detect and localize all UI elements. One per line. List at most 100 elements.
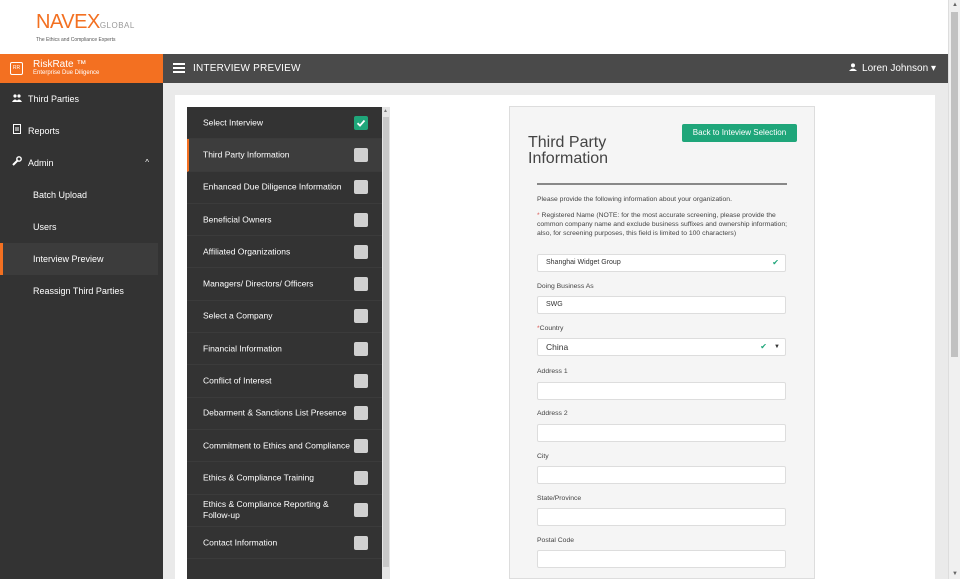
step-label: Conflict of Interest (203, 375, 272, 386)
registered-name-value: Shanghai Widget Group (546, 259, 621, 266)
check-icon: ✔ (772, 258, 779, 267)
step-checkbox[interactable] (354, 309, 368, 324)
interview-steps: Select Interview Third Party Information E… (187, 107, 382, 579)
interview-step[interactable]: Debarment & Sanctions List Presence (187, 398, 382, 430)
sidebar-item-label: Reports (28, 126, 60, 136)
step-label: Debarment & Sanctions List Presence (203, 407, 347, 418)
interview-step[interactable]: Financial Information (187, 333, 382, 366)
sidebar-item-reassign-third-parties[interactable]: Reassign Third Parties (0, 275, 163, 307)
address1-label: Address 1 (537, 368, 568, 375)
interview-step[interactable]: Select Interview (187, 107, 382, 140)
step-label: Affiliated Organizations (203, 246, 291, 257)
step-checkbox[interactable] (354, 438, 368, 453)
dba-label: Doing Business As (537, 283, 594, 290)
brand-subtitle: Enterprise Due Diligence (33, 70, 100, 76)
scroll-up-icon[interactable]: ▲ (383, 108, 388, 114)
registered-name-label: * Registered Name (NOTE: for the most ac… (537, 211, 787, 238)
scroll-up-icon[interactable]: ▲ (952, 2, 958, 8)
step-label: Enhanced Due Diligence Information (203, 181, 342, 192)
scrollbar-thumb[interactable] (951, 12, 958, 357)
riskrate-logo-icon: RR (10, 62, 23, 75)
sidebar-item-interview-preview[interactable]: Interview Preview (0, 243, 158, 275)
navex-logo[interactable]: NAVEXGLOBAL The Ethics and Compliance Ex… (36, 12, 135, 43)
interview-step[interactable]: Enhanced Due Diligence Information (187, 172, 382, 204)
interview-step[interactable]: Affiliated Organizations (187, 236, 382, 269)
user-icon (849, 63, 858, 71)
sidebar: Third Parties Reports Admin ^ Batch Uplo… (0, 83, 163, 579)
step-label: Contact Information (203, 537, 278, 547)
step-checkbox[interactable] (354, 374, 368, 389)
step-checkbox[interactable] (354, 180, 368, 195)
form-title: Third Party Information (528, 134, 609, 167)
city-field[interactable] (537, 466, 786, 484)
steps-scrollbar[interactable]: ▲ (382, 107, 390, 579)
step-checkbox[interactable] (354, 341, 368, 356)
wrench-icon (12, 147, 22, 179)
sidebar-item-label: Third Parties (28, 94, 80, 104)
interview-step[interactable]: Managers/ Directors/ Officers (187, 268, 382, 301)
header-bar: INTERVIEW PREVIEW Loren Johnson ▾ (163, 54, 948, 83)
interview-step[interactable]: Conflict of Interest (187, 365, 382, 398)
address1-field[interactable] (537, 382, 786, 400)
step-checkbox[interactable] (354, 406, 368, 421)
caret-down-icon: ▼ (774, 344, 780, 350)
step-checkbox[interactable] (354, 470, 368, 485)
top-bar: NAVEXGLOBAL The Ethics and Compliance Ex… (0, 0, 948, 54)
state-field[interactable] (537, 508, 786, 526)
document-icon (12, 115, 22, 147)
step-label: Ethics & Compliance Reporting & Follow-u… (203, 499, 329, 521)
step-checkbox[interactable] (354, 503, 368, 518)
registered-name-label-text: Registered Name (NOTE: for the most accu… (537, 212, 787, 237)
menu-icon[interactable] (173, 63, 185, 73)
page-scrollbar[interactable]: ▲ ▼ (948, 0, 960, 579)
country-value: China (546, 342, 569, 352)
back-to-selection-button[interactable]: Back to Inteview Selection (682, 124, 797, 142)
interview-step[interactable]: Third Party Information (187, 139, 382, 172)
step-checkbox[interactable] (354, 244, 368, 259)
user-menu[interactable]: Loren Johnson ▾ (849, 63, 936, 74)
step-checkbox[interactable] (354, 212, 368, 227)
interview-step[interactable]: Ethics & Compliance Reporting & Follow-u… (187, 495, 382, 527)
step-label: Third Party Information (203, 149, 290, 160)
sidebar-item-users[interactable]: Users (0, 211, 163, 243)
sidebar-item-reports[interactable]: Reports (0, 115, 163, 147)
country-select[interactable]: China ✔ ▼ (537, 338, 786, 356)
sidebar-item-third-parties[interactable]: Third Parties (0, 83, 163, 115)
interview-step[interactable]: Select a Company (187, 301, 382, 334)
interview-step[interactable]: Ethics & Compliance Training (187, 462, 382, 495)
sidebar-item-admin[interactable]: Admin ^ (0, 147, 163, 179)
country-label: *Country (537, 325, 563, 332)
step-label: Commitment to Ethics and Compliance (203, 440, 350, 451)
interview-step[interactable]: Beneficial Owners (187, 204, 382, 237)
main-content: Select Interview Third Party Information E… (163, 83, 948, 579)
state-label: State/Province (537, 495, 582, 502)
step-label: Managers/ Directors/ Officers (203, 278, 314, 289)
interview-panel: Select Interview Third Party Information E… (175, 95, 935, 579)
postal-code-field[interactable] (537, 550, 786, 568)
interview-step[interactable]: Contact Information (187, 527, 382, 560)
step-label: Ethics & Compliance Training (203, 472, 315, 483)
users-icon (12, 83, 22, 115)
logo-tagline: The Ethics and Compliance Experts (36, 37, 116, 43)
step-checkbox[interactable] (354, 277, 368, 292)
dba-field[interactable]: SWG (537, 296, 786, 314)
page-title: INTERVIEW PREVIEW (193, 63, 301, 74)
address2-field[interactable] (537, 424, 786, 442)
brand-block[interactable]: RR RiskRate ™ Enterprise Due Diligence (0, 54, 163, 83)
step-checkbox[interactable] (354, 147, 368, 162)
scrollbar-thumb[interactable] (383, 117, 389, 567)
interview-step[interactable]: Commitment to Ethics and Compliance (187, 430, 382, 463)
scroll-down-icon[interactable]: ▼ (952, 571, 958, 577)
sidebar-item-batch-upload[interactable]: Batch Upload (0, 179, 163, 211)
step-label: Beneficial Owners (203, 214, 272, 225)
step-checkbox[interactable] (354, 535, 368, 550)
logo-global: GLOBAL (99, 21, 135, 30)
step-checkbox-checked[interactable] (354, 115, 368, 130)
registered-name-field[interactable]: Shanghai Widget Group ✔ (537, 254, 786, 272)
sidebar-item-label: Admin (28, 158, 54, 168)
postal-code-label: Postal Code (537, 537, 575, 544)
form-intro: Please provide the following information… (537, 196, 732, 203)
user-name: Loren Johnson (862, 63, 929, 74)
chevron-up-icon: ^ (145, 158, 149, 167)
step-label: Select a Company (203, 310, 273, 321)
